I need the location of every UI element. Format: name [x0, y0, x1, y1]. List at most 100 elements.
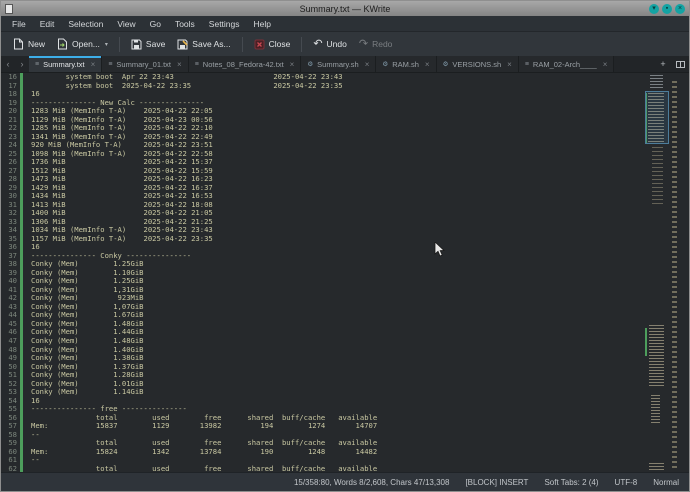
status-highlight-mode[interactable]: Normal	[653, 478, 679, 487]
save-as-button[interactable]: Save As...	[171, 36, 236, 53]
modified-line-bar	[20, 456, 23, 465]
tab-close-icon[interactable]: ×	[91, 60, 96, 69]
tab-scroll-left-button[interactable]: ‹	[1, 56, 15, 72]
status-input-mode[interactable]: [BLOCK] INSERT	[465, 478, 528, 487]
code-text: system boot 2025-04-22 23:35 2025-04-22 …	[31, 82, 343, 91]
menu-view[interactable]: View	[110, 19, 142, 29]
modified-line-bar	[20, 116, 23, 125]
tab-label: Summary.sh	[317, 60, 359, 69]
tab-close-icon[interactable]: ×	[603, 60, 608, 69]
menu-file[interactable]: File	[5, 19, 33, 29]
menu-selection[interactable]: Selection	[61, 19, 110, 29]
modified-line-bar	[20, 252, 23, 261]
code-text: Conky (Mem) 1.14GiB	[31, 388, 144, 397]
tab-VERSIONS.sh[interactable]: ⚙VERSIONS.sh ×	[437, 56, 519, 72]
code-text: 1157 MiB (MemInfo T-A) 2025-04-22 23:35	[31, 235, 213, 244]
kwrite-window: Summary.txt — KWrite ▾▪× FileEditSelecti…	[0, 0, 690, 492]
editor-line[interactable]: 351157 MiB (MemInfo T-A) 2025-04-22 23:3…	[1, 235, 689, 244]
close-button[interactable]: Close	[248, 36, 297, 53]
minimap-content	[652, 147, 663, 205]
modified-line-bar	[20, 337, 23, 346]
modified-line-bar	[20, 397, 23, 406]
tab-close-icon[interactable]: ×	[507, 60, 512, 69]
tab-close-icon[interactable]: ×	[177, 60, 182, 69]
modified-line-bar	[20, 150, 23, 159]
tab-close-icon[interactable]: ×	[365, 60, 370, 69]
tab-label: Summary_01.txt	[116, 60, 171, 69]
open-dropdown-chevron-icon[interactable]: ▾	[105, 41, 108, 48]
modified-line-bar	[20, 439, 23, 448]
status-cursor-stats[interactable]: 15/358:80, Words 8/2,608, Chars 47/13,30…	[294, 478, 450, 487]
window-title: Summary.txt — KWrite	[1, 4, 689, 14]
new-button[interactable]: New	[7, 35, 51, 53]
new-tab-button[interactable]: +	[655, 56, 671, 72]
modified-line-bar	[20, 294, 23, 303]
tab-label: RAM_02-Arch____	[533, 60, 597, 69]
tab-label: VERSIONS.sh	[452, 60, 501, 69]
editor-view[interactable]: 16 system boot Apr 22 23:43 2025-04-22 2…	[1, 73, 689, 472]
menu-help[interactable]: Help	[247, 19, 278, 29]
open-button[interactable]: Open... ▾	[51, 35, 114, 53]
editor-line[interactable]: 62 total used free shared buff/cache ava…	[1, 465, 689, 472]
minimap-content	[651, 395, 660, 425]
undo-button[interactable]: ↶ Undo	[307, 36, 353, 52]
minimize-button[interactable]: ▾	[649, 4, 659, 14]
modified-line-bar	[20, 260, 23, 269]
modified-line-bar	[20, 346, 23, 355]
tab-scroll-right-button[interactable]: ›	[15, 56, 29, 72]
modified-line-bar	[20, 209, 23, 218]
editor-line[interactable]: 60Mem: 15824 1342 13784 190 1248 14482	[1, 448, 689, 457]
status-tab-mode[interactable]: Soft Tabs: 2 (4)	[544, 478, 598, 487]
status-encoding[interactable]: UTF-8	[615, 478, 638, 487]
toolbar-separator	[119, 37, 120, 52]
minimap-scrollbar[interactable]	[645, 73, 669, 472]
save-as-icon	[177, 39, 188, 50]
tab-RAM_02-Arch____[interactable]: ≡RAM_02-Arch____×	[519, 56, 615, 72]
modified-line-bar	[20, 226, 23, 235]
tab-label: RAM.sh	[392, 60, 419, 69]
script-file-icon: ⚙	[443, 60, 449, 68]
editor-line[interactable]: 57Mem: 15837 1129 13982 194 1274 14707	[1, 422, 689, 431]
minimap-viewport[interactable]	[645, 91, 669, 144]
modified-line-bar	[20, 328, 23, 337]
menu-settings[interactable]: Settings	[202, 19, 247, 29]
tab-Summary.sh[interactable]: ⚙Summary.sh×	[301, 56, 376, 72]
modified-line-bar	[20, 184, 23, 193]
new-button-label: New	[28, 39, 45, 49]
tab-RAM.sh[interactable]: ⚙RAM.sh×	[376, 56, 436, 72]
minimap-content	[649, 463, 664, 472]
save-as-button-label: Save As...	[192, 39, 230, 49]
menu-edit[interactable]: Edit	[33, 19, 62, 29]
tab-Summary_01.txt[interactable]: ≡Summary_01.txt×	[102, 56, 188, 72]
redo-button[interactable]: ↷ Redo	[353, 36, 399, 52]
menu-go[interactable]: Go	[143, 19, 168, 29]
tab-close-icon[interactable]: ×	[425, 60, 430, 69]
split-view-button[interactable]	[671, 56, 689, 72]
titlebar[interactable]: Summary.txt — KWrite ▾▪×	[1, 1, 689, 16]
close-button[interactable]: ×	[675, 4, 685, 14]
tab-Summary.txt[interactable]: ≡Summary.txt×	[29, 56, 102, 72]
code-text: total used free shared buff/cache availa…	[31, 465, 377, 472]
maximize-button[interactable]: ▪	[662, 4, 672, 14]
modified-line-bar	[20, 141, 23, 150]
modified-line-bar	[20, 354, 23, 363]
tab-list: ≡Summary.txt×≡Summary_01.txt×≡Notes_08_F…	[29, 56, 614, 72]
editor-line[interactable]: 17 system boot 2025-04-22 23:35 2025-04-…	[1, 82, 689, 91]
undo-icon: ↶	[313, 39, 322, 49]
save-button[interactable]: Save	[125, 36, 171, 53]
tab-close-icon[interactable]: ×	[290, 60, 295, 69]
menubar: FileEditSelectionViewGoToolsSettingsHelp	[1, 16, 689, 32]
toolbar-separator	[242, 37, 243, 52]
modified-line-bar	[20, 320, 23, 329]
modified-line-bar	[20, 167, 23, 176]
menu-tools[interactable]: Tools	[168, 19, 202, 29]
scrollbar-marks[interactable]	[672, 81, 677, 469]
editor-line[interactable]: 53Conky (Mem) 1.14GiB	[1, 388, 689, 397]
tab-Notes_08_Fedora-42.txt[interactable]: ≡Notes_08_Fedora-42.txt×	[189, 56, 302, 72]
line-number: 62	[1, 465, 19, 472]
modified-line-bar	[20, 371, 23, 380]
modified-line-bar	[20, 405, 23, 414]
minimap-modified-mark	[645, 328, 647, 356]
window-controls: ▾▪×	[649, 4, 689, 14]
text-area[interactable]: 16 system boot Apr 22 23:43 2025-04-22 2…	[1, 73, 689, 472]
